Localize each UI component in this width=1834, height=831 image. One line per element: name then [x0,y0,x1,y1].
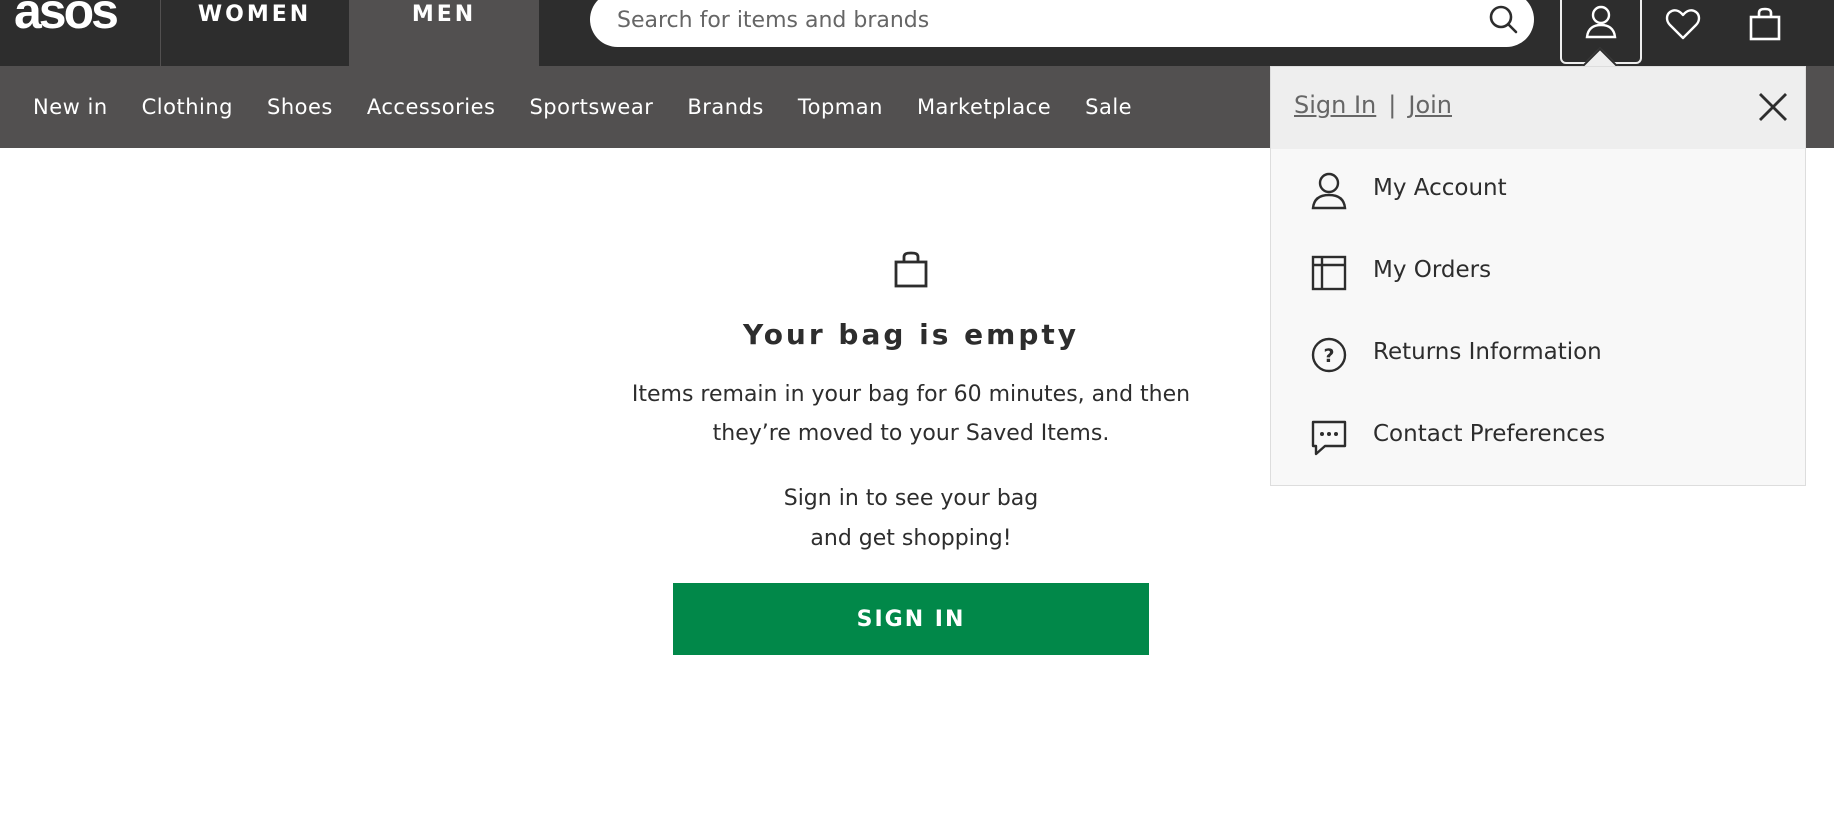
user-icon [1309,171,1349,211]
menu-item-label: Contact Preferences [1373,421,1606,447]
sign-in-button[interactable]: SIGN IN [673,583,1149,655]
message-line: Items remain in your bag for 60 minutes,… [631,382,1191,407]
search-icon[interactable] [1486,2,1520,36]
menu-item-returns-information[interactable]: ? Returns Information [1271,313,1805,395]
sign-in-prompt: Sign in to see your bag and get shopping… [711,479,1111,559]
user-icon [1583,5,1619,43]
account-dropdown-header: Sign In | Join [1271,67,1805,149]
nav-item-sportswear[interactable]: Sportswear [512,95,670,119]
asos-logo[interactable]: asos [14,0,119,36]
menu-item-my-orders[interactable]: My Orders [1271,231,1805,313]
question-circle-icon: ? [1309,335,1349,375]
box-icon [1309,253,1349,293]
auth-links: Sign In | Join [1294,91,1452,119]
menu-item-label: Returns Information [1373,339,1602,365]
search-input[interactable] [615,0,1455,40]
tab-women[interactable]: WOMEN [160,0,348,66]
menu-item-my-account[interactable]: My Account [1271,149,1805,231]
empty-bag-title: Your bag is empty [742,318,1080,351]
menu-item-label: My Account [1373,175,1507,201]
prompt-line: and get shopping! [810,526,1012,551]
nav-item-brands[interactable]: Brands [670,95,781,119]
message-line: they’re moved to your Saved Items. [712,421,1110,446]
nav-item-accessories[interactable]: Accessories [350,95,513,119]
nav-item-clothing[interactable]: Clothing [125,95,250,119]
menu-item-contact-preferences[interactable]: Contact Preferences [1271,395,1805,477]
empty-bag-panel: Your bag is empty Items remain in your b… [540,250,1282,655]
nav-item-topman[interactable]: Topman [781,95,900,119]
svg-text:?: ? [1323,345,1334,367]
nav-item-sale[interactable]: Sale [1068,95,1149,119]
bag-icon [891,250,931,290]
empty-bag-message: Items remain in your bag for 60 minutes,… [631,375,1191,453]
nav-item-shoes[interactable]: Shoes [250,95,350,119]
tab-men[interactable]: MEN [349,0,539,66]
search-bar [590,0,1534,47]
bag-button[interactable] [1724,0,1806,66]
sign-in-link[interactable]: Sign In [1294,91,1376,119]
bag-icon [1747,7,1783,46]
auth-separator: | [1388,91,1397,119]
account-dropdown: Sign In | Join My Account My Orders ? Re… [1270,66,1806,486]
nav-item-marketplace[interactable]: Marketplace [900,95,1068,119]
top-bar: asos WOMEN MEN [0,0,1834,66]
saved-items-button[interactable] [1642,0,1724,66]
join-link[interactable]: Join [1408,91,1452,119]
menu-item-label: My Orders [1373,257,1492,283]
close-icon[interactable] [1751,85,1795,129]
chat-bubble-icon [1309,417,1349,457]
nav-item-new-in[interactable]: New in [16,95,125,119]
prompt-line: Sign in to see your bag [783,486,1039,511]
heart-icon [1665,9,1701,45]
